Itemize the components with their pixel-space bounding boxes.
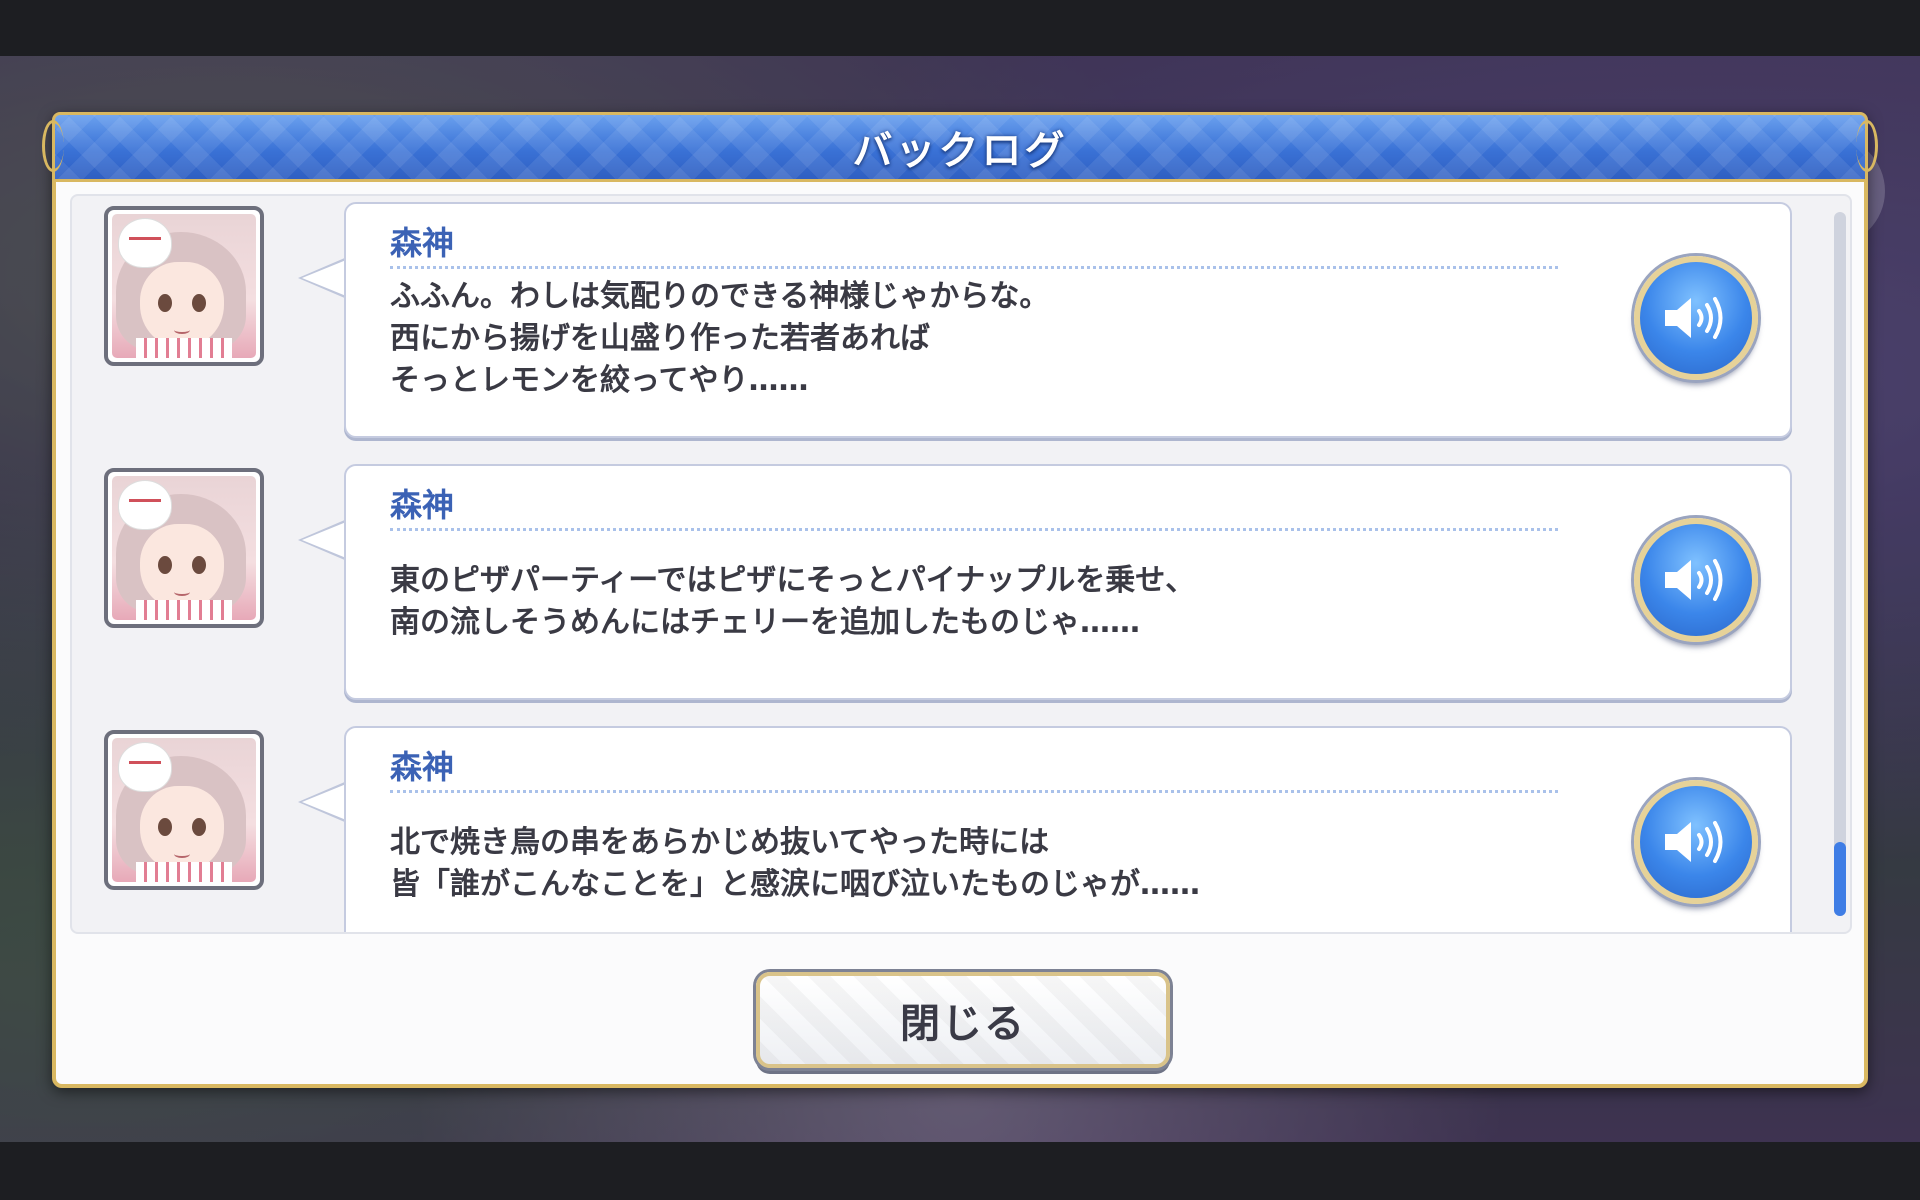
scrollbar-thumb[interactable] xyxy=(1834,842,1846,916)
replay-voice-button[interactable] xyxy=(1634,256,1758,380)
scrollbar-track[interactable] xyxy=(1834,212,1846,916)
close-button[interactable]: 閉じる xyxy=(756,972,1170,1068)
dialogue-text: ふふん。わしは気配りのできる神様じゃからな。 西にから揚げを山盛り作った若者あれ… xyxy=(390,279,1050,398)
fox-mask-icon xyxy=(118,218,172,268)
backlog-list[interactable]: 森神 ふふん。わしは気配りのできる神様じゃからな。 西にから揚げを山盛り作った若… xyxy=(70,194,1852,934)
dialog-header: バックログ xyxy=(52,112,1868,182)
dialogue-text: 北で焼き鳥の串をあらかじめ抜いてやった時には 皆「誰がこんなことを」と感涙に咽び… xyxy=(390,825,1200,902)
backlog-entry: 森神 北で焼き鳥の串をあらかじめ抜いてやった時には 皆「誰がこんなことを」と感涙… xyxy=(72,726,1792,932)
speaker-name: 森神 xyxy=(390,224,455,262)
speech-bubble: 森神 ふふん。わしは気配りのできる神様じゃからな。 西にから揚げを山盛り作った若… xyxy=(344,202,1792,438)
speech-bubble: 森神 東のピザパーティーではピザにそっとパイナップルを乗せ、 南の流しそうめんに… xyxy=(344,464,1792,700)
dialog-title: バックログ xyxy=(852,128,1068,174)
speaker-name: 森神 xyxy=(390,486,455,524)
fox-mask-icon xyxy=(118,480,172,530)
speaker-icon xyxy=(1665,821,1723,863)
character-avatar xyxy=(104,206,264,366)
backlog-entry: 森神 ふふん。わしは気配りのできる神様じゃからな。 西にから揚げを山盛り作った若… xyxy=(72,202,1792,438)
speaker-name: 森神 xyxy=(390,748,455,786)
close-button-label: 閉じる xyxy=(900,1001,1026,1047)
fox-mask-icon xyxy=(118,742,172,792)
speaker-divider xyxy=(390,790,1558,793)
speech-bubble: 森神 北で焼き鳥の串をあらかじめ抜いてやった時には 皆「誰がこんなことを」と感涙… xyxy=(344,726,1792,932)
replay-voice-button[interactable] xyxy=(1634,518,1758,642)
speaker-divider xyxy=(390,528,1558,531)
dialogue-text: 東のピザパーティーではピザにそっとパイナップルを乗せ、 南の流しそうめんにはチェ… xyxy=(390,563,1196,640)
character-avatar xyxy=(104,468,264,628)
corner-ornament-right xyxy=(1856,120,1878,172)
speaker-icon xyxy=(1665,559,1723,601)
replay-voice-button[interactable] xyxy=(1634,780,1758,904)
speaker-icon xyxy=(1665,297,1723,339)
character-avatar xyxy=(104,730,264,890)
backlog-dialog: バックログ 森神 ふふん。わしは気配りのできる神様じゃからな。 西にから揚げを山… xyxy=(42,112,1878,1088)
corner-ornament-left xyxy=(42,120,64,172)
speaker-divider xyxy=(390,266,1558,269)
backlog-entry: 森神 東のピザパーティーではピザにそっとパイナップルを乗せ、 南の流しそうめんに… xyxy=(72,464,1792,700)
